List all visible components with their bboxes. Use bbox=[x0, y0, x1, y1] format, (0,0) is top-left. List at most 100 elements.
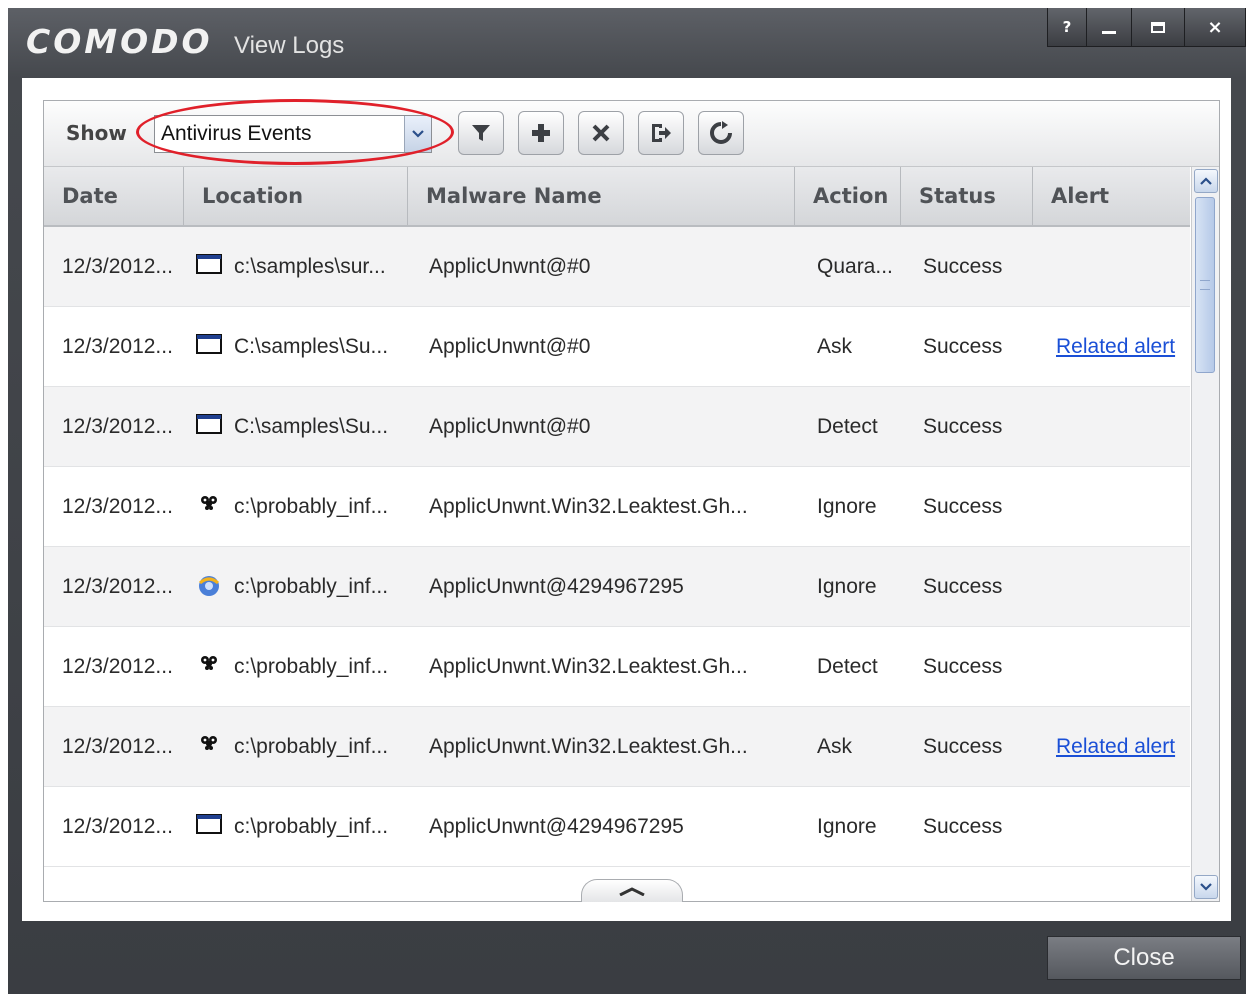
help-button[interactable]: ? bbox=[1048, 8, 1086, 46]
cell-location: c:\probably_inf... bbox=[234, 655, 389, 678]
table-row[interactable]: 12/3/2012... C:\samples\Su... ApplicUnwnt@… bbox=[44, 387, 1190, 467]
table-header: Date Location Malware Name Action Status… bbox=[44, 167, 1190, 227]
filter-button[interactable] bbox=[458, 111, 504, 155]
cell-action: Quara... bbox=[817, 255, 893, 278]
table-row[interactable]: 12/3/2012... C:\samples\Su... ApplicUnwnt@… bbox=[44, 307, 1190, 387]
delete-icon bbox=[592, 124, 610, 142]
column-alert[interactable]: Alert bbox=[1033, 167, 1190, 225]
table-row[interactable]: 12/3/2012... c:\probably_inf... ApplicUnwn… bbox=[44, 707, 1190, 787]
toolbar: Show Antivirus Events bbox=[44, 99, 1219, 167]
log-type-value: Antivirus Events bbox=[161, 122, 312, 145]
close-button[interactable]: Close bbox=[1047, 936, 1241, 980]
log-panel: Show Antivirus Events Date Location Malw… bbox=[43, 99, 1220, 902]
scroll-up-button[interactable] bbox=[1194, 169, 1218, 193]
window-title: View Logs bbox=[234, 32, 345, 59]
cell-malware-name: ApplicUnwnt.Win32.Leaktest.Gh... bbox=[429, 495, 748, 518]
table-row[interactable]: 12/3/2012... c:\probably_inf... ApplicUnwn… bbox=[44, 467, 1190, 547]
cell-status: Success bbox=[923, 415, 1003, 438]
close-icon: × bbox=[1207, 16, 1223, 38]
table-row[interactable]: 12/3/2012... c:\probably_inf... ApplicUnwn… bbox=[44, 627, 1190, 707]
cell-date: 12/3/2012... bbox=[62, 735, 173, 758]
cell-location: c:\probably_inf... bbox=[234, 495, 389, 518]
column-malware-name[interactable]: Malware Name bbox=[408, 167, 795, 225]
refresh-button[interactable] bbox=[698, 111, 744, 155]
delete-button[interactable] bbox=[578, 111, 624, 155]
maximize-icon bbox=[1151, 21, 1165, 33]
vertical-scrollbar[interactable] bbox=[1191, 167, 1219, 901]
window-icon bbox=[196, 413, 222, 435]
table-row[interactable]: 12/3/2012... c:\probably_inf... ApplicUnwn… bbox=[44, 547, 1190, 627]
cell-status: Success bbox=[923, 495, 1003, 518]
collapse-details-tab[interactable] bbox=[581, 879, 683, 902]
related-alert-link[interactable]: Related alert bbox=[1056, 307, 1175, 386]
cell-malware-name: ApplicUnwnt@4294967295 bbox=[429, 815, 684, 838]
cell-location: C:\samples\Su... bbox=[234, 415, 389, 438]
cell-date: 12/3/2012... bbox=[62, 655, 173, 678]
cell-status: Success bbox=[923, 655, 1003, 678]
cell-status: Success bbox=[923, 255, 1003, 278]
log-type-select[interactable]: Antivirus Events bbox=[154, 115, 432, 153]
chevron-up-icon bbox=[619, 887, 645, 896]
table-row[interactable]: 12/3/2012... c:\samples\sur... ApplicUnwnt… bbox=[44, 227, 1190, 307]
cell-location: c:\probably_inf... bbox=[234, 575, 389, 598]
cell-action: Ask bbox=[817, 335, 853, 358]
cell-malware-name: ApplicUnwnt@#0 bbox=[429, 415, 591, 438]
window-icon bbox=[196, 813, 222, 835]
cell-location: c:\probably_inf... bbox=[234, 815, 389, 838]
cell-location: c:\probably_inf... bbox=[234, 735, 389, 758]
column-date[interactable]: Date bbox=[44, 167, 184, 225]
cell-location: C:\samples\Su... bbox=[234, 335, 389, 358]
comodo-logo: COMODO bbox=[26, 22, 213, 61]
add-button[interactable] bbox=[518, 111, 564, 155]
cell-malware-name: ApplicUnwnt.Win32.Leaktest.Gh... bbox=[429, 735, 748, 758]
table-row[interactable]: 12/3/2012... c:\probably_inf... ApplicUnwn… bbox=[44, 787, 1190, 867]
cell-malware-name: ApplicUnwnt@4294967295 bbox=[429, 575, 684, 598]
related-alert-link[interactable]: Related alert bbox=[1056, 707, 1175, 786]
cell-date: 12/3/2012... bbox=[62, 335, 173, 358]
cell-status: Success bbox=[923, 575, 1003, 598]
column-action[interactable]: Action bbox=[795, 167, 901, 225]
cell-location: c:\samples\sur... bbox=[234, 255, 386, 278]
column-location[interactable]: Location bbox=[184, 167, 408, 225]
add-icon bbox=[532, 124, 550, 142]
view-logs-window: COMODO View Logs ? × Show Antivirus Even… bbox=[8, 8, 1246, 994]
bug-icon bbox=[196, 493, 222, 515]
help-icon: ? bbox=[1062, 18, 1072, 36]
cell-action: Ignore bbox=[817, 495, 877, 518]
cell-malware-name: ApplicUnwnt@#0 bbox=[429, 335, 591, 358]
cell-status: Success bbox=[923, 815, 1003, 838]
grip-icon bbox=[1200, 280, 1210, 290]
cell-date: 12/3/2012... bbox=[62, 815, 173, 838]
scroll-thumb[interactable] bbox=[1195, 197, 1215, 373]
cell-action: Ask bbox=[817, 735, 853, 758]
bug-icon bbox=[196, 653, 222, 675]
minimize-button[interactable] bbox=[1086, 8, 1131, 46]
window-controls: ? × bbox=[1047, 8, 1246, 47]
filter-icon bbox=[472, 125, 490, 141]
chevron-down-icon[interactable] bbox=[404, 116, 431, 152]
window-close-button[interactable]: × bbox=[1184, 8, 1245, 46]
show-label: Show bbox=[66, 121, 127, 145]
cell-action: Ignore bbox=[817, 575, 877, 598]
scroll-down-button[interactable] bbox=[1194, 875, 1218, 899]
chevron-down-icon bbox=[1200, 883, 1212, 891]
window-icon bbox=[196, 333, 222, 355]
cell-date: 12/3/2012... bbox=[62, 495, 173, 518]
chevron-up-icon bbox=[1200, 177, 1212, 185]
refresh-icon bbox=[710, 121, 732, 144]
log-table: Date Location Malware Name Action Status… bbox=[44, 167, 1190, 901]
maximize-button[interactable] bbox=[1131, 8, 1184, 46]
cell-action: Detect bbox=[817, 655, 878, 678]
cell-status: Success bbox=[923, 335, 1003, 358]
cell-action: Ignore bbox=[817, 815, 877, 838]
export-button[interactable] bbox=[638, 111, 684, 155]
cell-status: Success bbox=[923, 735, 1003, 758]
cell-malware-name: ApplicUnwnt.Win32.Leaktest.Gh... bbox=[429, 655, 748, 678]
cell-date: 12/3/2012... bbox=[62, 575, 173, 598]
bug-icon bbox=[196, 733, 222, 755]
cell-action: Detect bbox=[817, 415, 878, 438]
cell-date: 12/3/2012... bbox=[62, 415, 173, 438]
minimize-icon bbox=[1102, 30, 1116, 34]
column-status[interactable]: Status bbox=[901, 167, 1033, 225]
shield-app-icon bbox=[196, 573, 222, 596]
